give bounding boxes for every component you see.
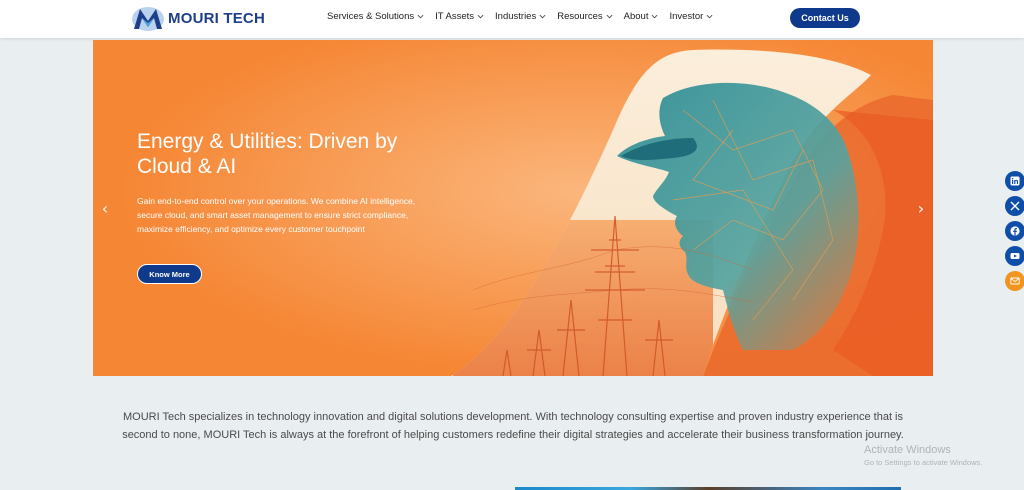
mouri-logo-icon (132, 7, 164, 31)
intro-paragraph: MOURI Tech specializes in technology inn… (122, 411, 904, 441)
nav-label: IT Assets (435, 11, 475, 22)
nav-label: Industries (495, 11, 537, 22)
youtube-icon (1010, 253, 1020, 259)
nav-it-assets[interactable]: IT Assets (435, 11, 484, 22)
nav-about[interactable]: About (624, 11, 659, 22)
x-twitter-button[interactable] (1005, 196, 1024, 216)
activate-windows-title: Activate Windows (864, 444, 951, 456)
logo[interactable]: MOURI TECH (131, 5, 265, 32)
carousel-prev-button[interactable]: ‹ (96, 199, 114, 218)
activate-windows-subtitle: Go to Settings to activate Windows. (864, 458, 983, 467)
nav-label: Resources (557, 11, 603, 22)
linkedin-icon (1010, 176, 1020, 186)
nav-industries[interactable]: Industries (495, 11, 546, 22)
nav-investor[interactable]: Investor (669, 11, 713, 22)
logo-text: MOURI TECH (168, 10, 265, 27)
site-header: MOURI TECH Services & Solutions IT Asset… (0, 0, 1024, 38)
chevron-down-icon (652, 14, 658, 19)
nav-resources[interactable]: Resources (557, 11, 613, 22)
email-button[interactable] (1005, 271, 1024, 291)
hero-description: Gain end-to-end control over your operat… (137, 196, 416, 234)
chevron-down-icon (706, 14, 713, 19)
main-nav: Services & Solutions IT Assets Industrie… (327, 11, 724, 22)
nav-services[interactable]: Services & Solutions (327, 11, 424, 22)
x-twitter-icon (1010, 201, 1020, 211)
nav-label: Services & Solutions (327, 11, 415, 22)
social-sidebar (1005, 171, 1024, 291)
chevron-down-icon (606, 14, 613, 19)
chevron-down-icon (539, 14, 546, 19)
hero-title: Energy & Utilities: Driven by Cloud & AI (137, 130, 398, 178)
mail-icon (1010, 277, 1020, 285)
facebook-icon (1010, 226, 1020, 236)
youtube-button[interactable] (1005, 246, 1024, 266)
know-more-button[interactable]: Know More (137, 264, 202, 284)
linkedin-button[interactable] (1005, 171, 1024, 191)
nav-label: About (623, 11, 649, 22)
facebook-button[interactable] (1005, 221, 1024, 241)
nav-label: Investor (669, 11, 704, 22)
chevron-down-icon (417, 14, 424, 19)
carousel-next-button[interactable]: › (912, 199, 930, 218)
hero-carousel: ‹ › Energy & Utilities: Driven by Cloud … (93, 40, 933, 376)
contact-us-button[interactable]: Contact Us (790, 8, 860, 28)
chevron-down-icon (477, 14, 484, 19)
